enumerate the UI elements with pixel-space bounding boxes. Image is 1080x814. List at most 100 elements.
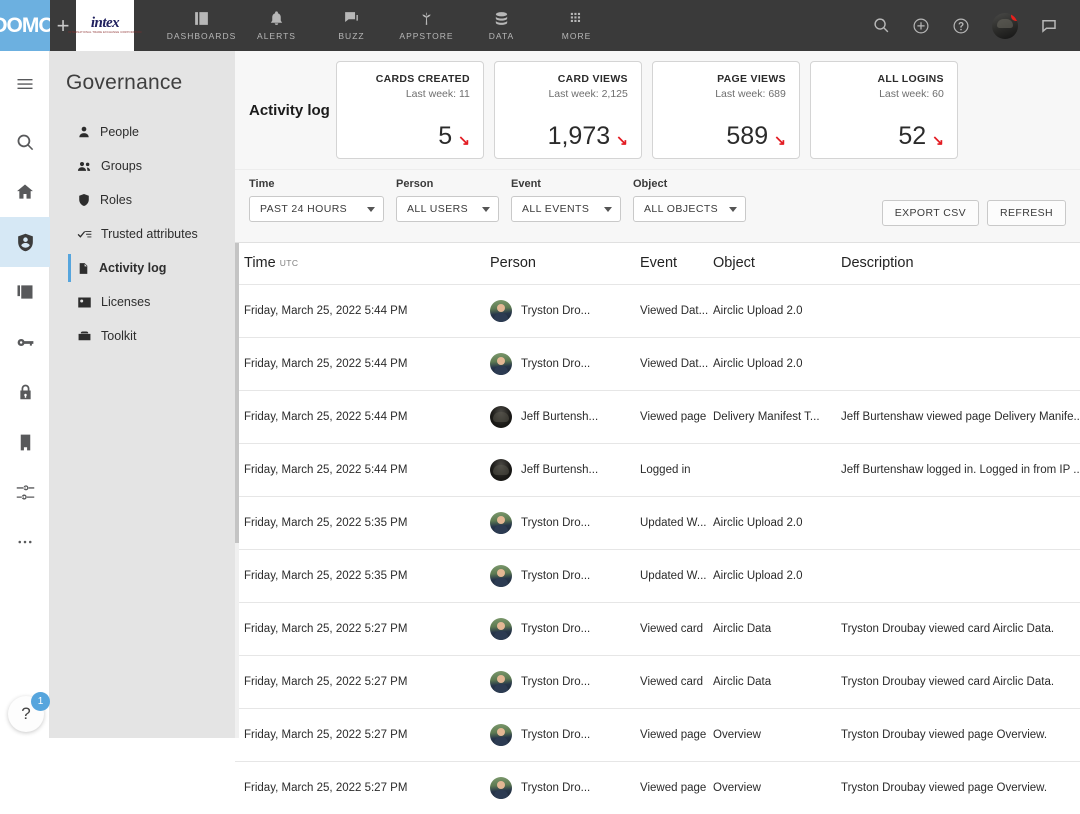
rail-more-button[interactable] (0, 517, 50, 567)
avatar (490, 512, 512, 534)
toolbox-icon (77, 329, 92, 344)
nav-item-buzz[interactable]: BUZZ (314, 0, 389, 51)
table-row[interactable]: Friday, March 25, 2022 5:35 PM Tryston D… (235, 497, 1080, 550)
id-card-icon (77, 295, 92, 310)
column-header-description[interactable]: Description (841, 243, 1080, 285)
person-name: Tryston Dro... (521, 358, 590, 370)
person-name: Tryston Dro... (521, 782, 590, 794)
avatar (490, 565, 512, 587)
avatar (490, 777, 512, 799)
table-body: Friday, March 25, 2022 5:44 PM Tryston D… (235, 285, 1080, 814)
notification-badge (1011, 13, 1018, 21)
table-row[interactable]: Friday, March 25, 2022 5:27 PM Tryston D… (235, 656, 1080, 709)
rail-cards-button[interactable] (0, 267, 50, 317)
cell-event: Updated W... (640, 497, 713, 550)
sidebar-item-people[interactable]: People (50, 115, 235, 149)
cell-object: Airclic Data (713, 603, 841, 656)
table-row[interactable]: Friday, March 25, 2022 5:44 PM Tryston D… (235, 285, 1080, 338)
trend-down-icon: ↘ (616, 133, 628, 149)
tab-intex[interactable]: intex INTERNATIONAL TRADE EXCHANGE CORPO… (76, 0, 134, 51)
nav-item-alerts[interactable]: ALERTS (239, 0, 314, 51)
rail-menu-button[interactable] (0, 59, 50, 109)
kpi-subtitle: Last week: 689 (715, 88, 786, 100)
page-title: Activity log (249, 102, 330, 119)
help-glyph: ? (21, 704, 30, 724)
column-header-event[interactable]: Event (640, 243, 713, 285)
search-icon[interactable] (873, 17, 890, 34)
cell-description: Tryston Droubay viewed page Overview. (841, 762, 1080, 814)
table-row[interactable]: Friday, March 25, 2022 5:27 PM Tryston D… (235, 709, 1080, 762)
column-header-person[interactable]: Person (490, 243, 640, 285)
table-vertical-scrollbar[interactable] (235, 243, 239, 738)
filter-label-event: Event (511, 178, 621, 190)
table-row[interactable]: Friday, March 25, 2022 5:44 PM Jeff Burt… (235, 444, 1080, 497)
sidebar-label-trusted-attributes: Trusted attributes (101, 227, 198, 241)
sidebar-item-licenses[interactable]: Licenses (50, 285, 235, 319)
nav-item-data[interactable]: DATA (464, 0, 539, 51)
nav-item-appstore[interactable]: APPSTORE (389, 0, 464, 51)
person-select[interactable]: ALL USERS (396, 196, 499, 222)
table-row[interactable]: Friday, March 25, 2022 5:44 PM Jeff Burt… (235, 391, 1080, 444)
key-icon (15, 332, 36, 353)
kpi-card-cards-created[interactable]: CARDS CREATED Last week: 11 5 ↘ (336, 61, 484, 159)
help-button[interactable]: ? 1 (8, 696, 44, 732)
add-circle-icon[interactable] (912, 17, 930, 35)
sidebar-item-trusted-attributes[interactable]: Trusted attributes (50, 217, 235, 251)
rail-search-button[interactable] (0, 117, 50, 167)
table-row[interactable]: Friday, March 25, 2022 5:44 PM Tryston D… (235, 338, 1080, 391)
rail-home-button[interactable] (0, 167, 50, 217)
buzz-chat-icon[interactable] (1040, 17, 1058, 35)
time-select[interactable]: PAST 24 HOURS (249, 196, 384, 222)
cell-time: Friday, March 25, 2022 5:35 PM (235, 550, 490, 603)
table-row[interactable]: Friday, March 25, 2022 5:27 PM Tryston D… (235, 762, 1080, 814)
sidebar-item-roles[interactable]: Roles (50, 183, 235, 217)
time-select-value: PAST 24 HOURS (260, 203, 347, 215)
governance-icon (15, 232, 36, 253)
user-avatar[interactable] (992, 13, 1018, 39)
sidebar-item-activity-log[interactable]: Activity log (50, 251, 235, 285)
rail-settings-button[interactable] (0, 467, 50, 517)
intex-wordmark: intex (68, 16, 141, 31)
top-nav-items: DASHBOARDS ALERTS BUZZ APPSTORE DATA MOR… (164, 0, 614, 51)
cell-description: Jeff Burtenshaw viewed page Delivery Man… (841, 391, 1080, 444)
kpi-card-page-views[interactable]: PAGE VIEWS Last week: 689 589 ↘ (652, 61, 800, 159)
nav-label-dashboards: DASHBOARDS (167, 31, 237, 41)
document-icon (77, 261, 90, 276)
cell-time: Friday, March 25, 2022 5:44 PM (235, 391, 490, 444)
cell-description: Tryston Droubay viewed card Airclic Data… (841, 603, 1080, 656)
cell-person: Tryston Dro... (490, 656, 640, 709)
filter-label-object: Object (633, 178, 746, 190)
rail-key-button[interactable] (0, 317, 50, 367)
table-row[interactable]: Friday, March 25, 2022 5:27 PM Tryston D… (235, 603, 1080, 656)
rail-governance-button[interactable] (0, 217, 50, 267)
kpi-card-all-logins[interactable]: ALL LOGINS Last week: 60 52 ↘ (810, 61, 958, 159)
rail-lock-button[interactable] (0, 367, 50, 417)
sidebar-item-toolkit[interactable]: Toolkit (50, 319, 235, 353)
person-icon (77, 125, 91, 139)
settings-sliders-icon (15, 482, 36, 503)
refresh-button[interactable]: REFRESH (987, 200, 1066, 226)
event-select[interactable]: ALL EVENTS (511, 196, 621, 222)
help-circle-icon[interactable] (952, 17, 970, 35)
kpi-card-card-views[interactable]: CARD VIEWS Last week: 2,125 1,973 ↘ (494, 61, 642, 159)
rail-company-button[interactable] (0, 417, 50, 467)
object-select[interactable]: ALL OBJECTS (633, 196, 746, 222)
trend-down-icon: ↘ (774, 133, 786, 149)
table-row[interactable]: Friday, March 25, 2022 5:35 PM Tryston D… (235, 550, 1080, 603)
filter-label-person: Person (396, 178, 499, 190)
menu-icon (15, 74, 35, 94)
cell-event: Logged in (640, 444, 713, 497)
sidebar-item-groups[interactable]: Groups (50, 149, 235, 183)
filter-label-time: Time (249, 178, 384, 190)
export-csv-button[interactable]: EXPORT CSV (882, 200, 979, 226)
nav-item-more[interactable]: MORE (539, 0, 614, 51)
nav-item-dashboards[interactable]: DASHBOARDS (164, 0, 239, 51)
cell-time: Friday, March 25, 2022 5:44 PM (235, 285, 490, 338)
sidebar-label-licenses: Licenses (101, 295, 150, 309)
scrollbar-thumb[interactable] (235, 243, 239, 543)
domo-logo[interactable]: DOMO (0, 0, 50, 51)
column-header-time[interactable]: TimeUTC (235, 243, 490, 285)
kpi-label: PAGE VIEWS (717, 73, 786, 85)
help-badge: 1 (31, 692, 50, 711)
column-header-object[interactable]: Object (713, 243, 841, 285)
